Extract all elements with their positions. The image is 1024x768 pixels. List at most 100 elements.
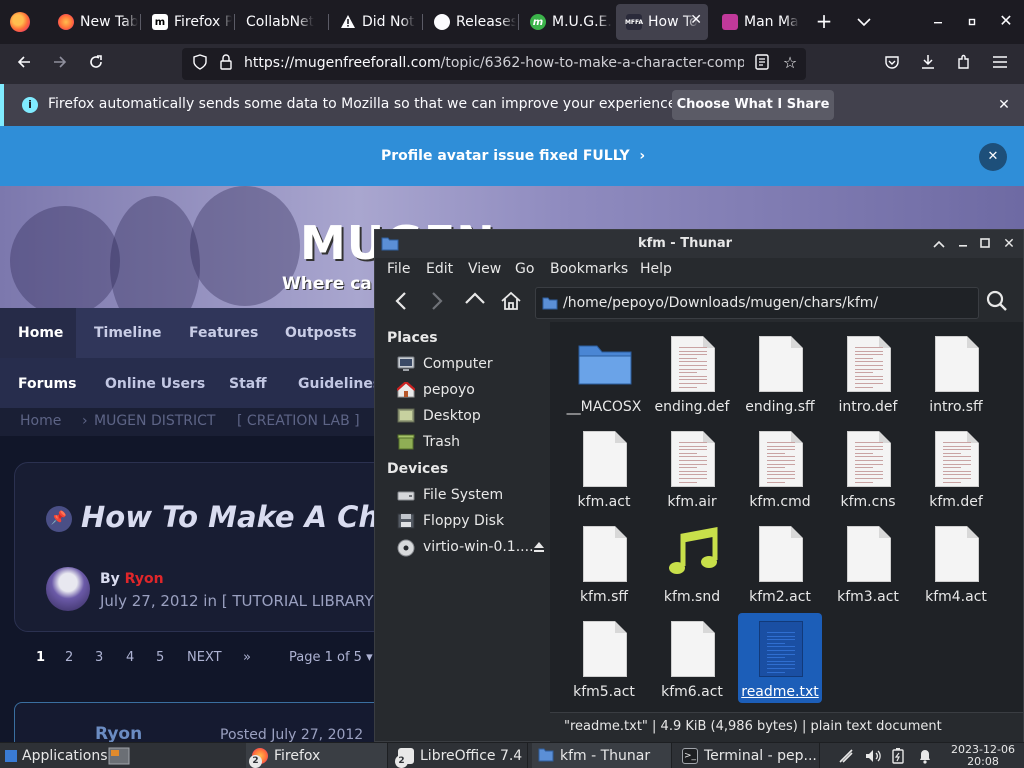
lock-icon[interactable] [216,54,236,75]
menu-view[interactable]: View [468,261,501,277]
page-4-link[interactable]: 4 [126,650,134,665]
forward-arrow-icon[interactable] [50,54,70,75]
power-manager-icon[interactable] [892,743,908,768]
breadcrumb-mugen-district[interactable]: MUGEN DISTRICT [94,413,215,429]
announcement-close-icon[interactable]: ✕ [979,143,1007,171]
location-path[interactable]: /home/pepoyo/Downloads/mugen/chars/kfm/ [563,295,878,311]
tab-new-tab[interactable]: New Tab [48,4,138,40]
device-file-system[interactable]: File System [397,484,547,506]
breadcrumb-home[interactable]: Home [20,413,61,429]
new-tab-plus-icon[interactable]: + [812,11,836,31]
forward-arrow-icon[interactable] [427,291,447,311]
tab-firefox-privacy[interactable]: m Firefox Privacy Notice [142,4,232,40]
tab-close-icon[interactable]: ✕ [690,12,702,28]
file-item[interactable]: kfm3.act [826,518,910,608]
nav-timeline[interactable]: Timeline [94,325,162,341]
nav-home[interactable]: Home [18,325,63,341]
post-author[interactable]: Ryon [95,724,142,744]
file-item[interactable]: kfm2.act [738,518,822,608]
page-of-dropdown[interactable]: Page 1 of 5 ▾ [289,650,373,665]
file-item[interactable]: kfm.sff [562,518,646,608]
back-arrow-icon[interactable] [391,291,411,311]
file-item[interactable]: kfm.cns [826,423,910,513]
device-floppy-disk[interactable]: Floppy Disk [397,510,547,532]
page-5-link[interactable]: 5 [156,650,164,665]
task-firefox[interactable]: 2 Firefox [246,743,388,768]
tab-how-to-active[interactable]: MFFA How To ✕ [616,4,708,40]
file-item[interactable]: intro.sff [914,328,998,418]
place-desktop[interactable]: Desktop [397,405,547,427]
file-item[interactable]: readme.txt [738,613,822,703]
parent-folder-icon[interactable] [463,291,487,311]
breadcrumb-creation-lab[interactable]: [ CREATION LAB ] [237,413,360,429]
home-icon[interactable] [499,291,523,311]
nav-staff[interactable]: Staff [229,376,267,392]
file-item[interactable]: kfm4.act [914,518,998,608]
notifications-bell-icon[interactable] [918,743,936,768]
file-item[interactable]: kfm.act [562,423,646,513]
task-libreoffice[interactable]: 2 LibreOffice 7.4 [392,743,528,768]
choose-what-i-share-button[interactable]: Choose What I Share [672,90,834,120]
reload-icon[interactable] [86,54,106,75]
menu-bookmarks[interactable]: Bookmarks [550,261,628,277]
file-item[interactable]: kfm.def [914,423,998,513]
place-trash[interactable]: Trash [397,431,547,453]
downloads-icon[interactable] [918,54,938,75]
device-virtio-win[interactable]: virtio-win-0.1.... [397,536,549,558]
bookmark-star-icon[interactable]: ☆ [780,53,800,73]
shield-icon[interactable] [190,54,210,75]
menu-edit[interactable]: Edit [426,261,453,277]
place-home[interactable]: pepoyo [396,379,547,401]
window-shade-icon[interactable] [929,234,949,254]
hamburger-menu-icon[interactable] [990,54,1010,74]
menu-file[interactable]: File [387,261,410,277]
reader-view-icon[interactable] [752,54,772,75]
page-3-link[interactable]: 3 [95,650,103,665]
last-page-link[interactable]: » [243,650,251,665]
search-icon[interactable] [985,290,1009,314]
window-close-icon[interactable]: ✕ [996,11,1016,31]
file-item[interactable]: kfm.snd [650,518,734,608]
clock[interactable]: 2023-12-06 20:08 [946,743,1020,768]
volume-icon[interactable] [864,743,884,768]
applications-menu[interactable]: Applications [0,743,108,768]
file-item[interactable]: kfm6.act [650,613,734,703]
tab-did-not[interactable]: Did Not [330,4,420,40]
page-1-link[interactable]: 1 [36,650,45,665]
window-minimize-icon[interactable] [953,234,973,254]
show-desktop-button[interactable] [108,743,136,768]
file-item[interactable]: __MACOSX [562,328,646,418]
file-item[interactable]: intro.def [826,328,910,418]
nav-online-users[interactable]: Online Users [105,376,205,392]
location-bar[interactable]: /home/pepoyo/Downloads/mugen/chars/kfm/ [535,287,979,319]
url-text[interactable]: https://mugenfreeforall.com/topic/6362-h… [244,55,744,71]
file-item[interactable]: kfm.cmd [738,423,822,513]
menu-go[interactable]: Go [515,261,534,277]
eject-icon[interactable] [533,541,545,553]
menu-help[interactable]: Help [640,261,672,277]
nav-guidelines[interactable]: Guidelines [298,376,381,392]
url-bar[interactable]: https://mugenfreeforall.com/topic/6362-h… [182,48,806,80]
window-maximize-icon[interactable] [975,234,995,254]
place-computer[interactable]: Computer [397,353,547,375]
file-item[interactable]: ending.def [650,328,734,418]
author-link[interactable]: Ryon [125,571,164,587]
window-close-icon[interactable]: ✕ [999,234,1019,254]
network-icon[interactable] [838,743,856,768]
window-maximize-icon[interactable] [962,12,982,32]
back-arrow-icon[interactable] [14,54,34,75]
tab-man-ma[interactable]: Man Ma [712,4,806,40]
file-item[interactable]: ending.sff [738,328,822,418]
thunar-titlebar[interactable]: kfm - Thunar ✕ [375,230,1023,258]
task-thunar[interactable]: kfm - Thunar [532,743,672,768]
nav-features[interactable]: Features [189,325,258,341]
extensions-icon[interactable] [954,54,974,75]
nav-outposts[interactable]: Outposts [285,325,357,341]
announcement-link[interactable]: Profile avatar issue fixed FULLY › [381,148,645,164]
file-item[interactable]: kfm.air [650,423,734,513]
author-avatar[interactable] [46,567,90,611]
tab-mugen[interactable]: m M.U.G.E.N [520,4,612,40]
next-page-link[interactable]: NEXT [187,650,222,665]
window-minimize-icon[interactable] [928,12,948,32]
notification-close-icon[interactable]: ✕ [994,95,1014,115]
